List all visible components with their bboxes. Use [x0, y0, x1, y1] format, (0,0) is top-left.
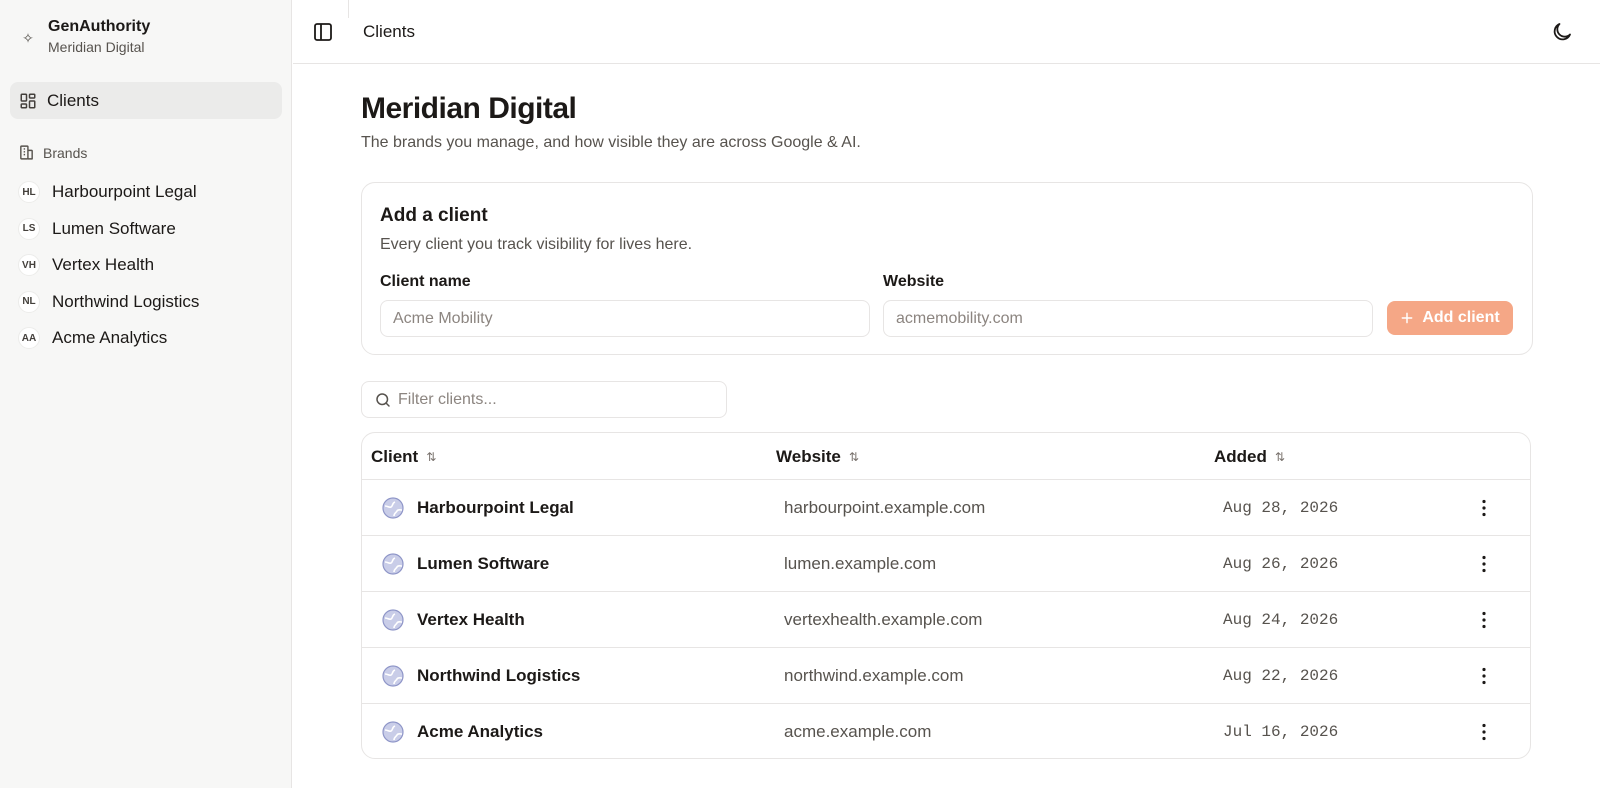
client-name[interactable]: Northwind Logistics [417, 648, 580, 704]
table-row[interactable]: Northwind Logistics northwind.example.co… [362, 648, 1530, 704]
brand-avatar: LS [18, 217, 40, 240]
sidebar-item-brand[interactable]: LS Lumen Software [18, 211, 280, 248]
filter-clients-input[interactable] [398, 382, 718, 417]
search-icon [376, 393, 390, 407]
client-added-date: Jul 16, 2026 [1223, 723, 1339, 741]
client-added-date: Aug 22, 2026 [1223, 667, 1339, 685]
sparkle-icon: ✧ [22, 30, 34, 46]
client-name[interactable]: Harbourpoint Legal [417, 480, 574, 536]
globe-icon [382, 553, 404, 575]
table-row[interactable]: Acme Analytics acme.example.com Jul 16, … [362, 704, 1530, 758]
sidebar-item-clients[interactable]: Clients [10, 82, 282, 119]
sidebar-item-brand[interactable]: HL Harbourpoint Legal [18, 174, 280, 211]
client-website: northwind.example.com [784, 666, 964, 685]
brand-avatar: NL [18, 290, 40, 313]
more-vertical-icon[interactable] [1472, 664, 1496, 688]
client-name[interactable]: Lumen Software [417, 536, 549, 592]
brands-heading: Brands [43, 144, 88, 161]
globe-icon [382, 497, 404, 519]
sidebar-item-label: Clients [47, 90, 99, 110]
page-breadcrumb: Clients [363, 22, 415, 41]
sidebar: ✧ GenAuthority Meridian Digital Clients … [0, 0, 292, 788]
globe-icon [382, 721, 404, 743]
add-client-button[interactable]: Add client [1387, 301, 1513, 335]
column-header-website[interactable]: Website ⇅ [776, 433, 859, 480]
plus-icon [1401, 312, 1413, 324]
brand-name: Northwind Logistics [52, 291, 200, 311]
column-label: Client [371, 446, 419, 466]
brand-avatar: VH [18, 254, 40, 277]
globe-icon [382, 609, 404, 631]
more-vertical-icon[interactable] [1472, 496, 1496, 520]
workspace-switcher[interactable]: ✧ GenAuthority Meridian Digital [18, 16, 150, 56]
table-row[interactable]: Vertex Health vertexhealth.example.com A… [362, 592, 1530, 648]
client-added-date: Aug 24, 2026 [1223, 611, 1339, 629]
column-label: Website [776, 446, 841, 466]
brand-name: Acme Analytics [52, 328, 168, 348]
client-name-input[interactable] [380, 300, 870, 337]
table-row[interactable]: Harbourpoint Legal harbourpoint.example.… [362, 480, 1530, 536]
sidebar-item-brand[interactable]: NL Northwind Logistics [18, 284, 280, 321]
sort-icon: ⇅ [1274, 449, 1285, 464]
brand-name: Lumen Software [52, 218, 176, 238]
clients-table: Client ⇅ Website ⇅ Added ⇅ Harbourpoint … [361, 432, 1531, 759]
more-vertical-icon[interactable] [1472, 608, 1496, 632]
topbar: Clients [293, 0, 1600, 64]
sidebar-item-brand[interactable]: AA Acme Analytics [18, 320, 280, 357]
brand-avatar: HL [18, 181, 40, 204]
client-website: acme.example.com [784, 722, 932, 741]
client-name-label: Client name [380, 273, 471, 290]
client-added-date: Aug 26, 2026 [1223, 555, 1339, 573]
app-name: GenAuthority [48, 18, 151, 35]
brands-section-heading: Brands [18, 144, 87, 161]
client-name[interactable]: Vertex Health [417, 592, 525, 648]
brand-list: HL Harbourpoint Legal LS Lumen Software … [18, 174, 280, 357]
sort-icon: ⇅ [848, 449, 859, 464]
brand-name: Vertex Health [52, 255, 155, 275]
building-icon [20, 145, 33, 160]
add-client-card: Add a client Every client you track visi… [361, 182, 1533, 355]
more-vertical-icon[interactable] [1472, 552, 1496, 576]
page-title: Meridian Digital [361, 92, 577, 125]
table-row[interactable]: Lumen Software lumen.example.com Aug 26,… [362, 536, 1530, 592]
client-website: lumen.example.com [784, 554, 937, 573]
client-name[interactable]: Acme Analytics [417, 704, 543, 758]
sidebar-toggle-icon[interactable] [311, 20, 335, 44]
workspace-name: Meridian Digital [48, 39, 145, 55]
brand-avatar: AA [18, 327, 40, 350]
more-vertical-icon[interactable] [1472, 720, 1496, 744]
add-client-label: Add client [1422, 309, 1500, 326]
client-website: harbourpoint.example.com [784, 498, 986, 517]
page-subtitle: The brands you manage, and how visible t… [361, 134, 861, 151]
website-label: Website [883, 273, 945, 290]
table-header: Client ⇅ Website ⇅ Added ⇅ [362, 433, 1530, 480]
sort-icon: ⇅ [426, 449, 437, 464]
column-header-added[interactable]: Added ⇅ [1214, 433, 1285, 480]
filter-box [361, 381, 727, 418]
dashboard-grid-icon [20, 93, 36, 108]
card-subtitle: Every client you track visibility for li… [380, 236, 693, 253]
brand-name: Harbourpoint Legal [52, 182, 197, 202]
client-added-date: Aug 28, 2026 [1223, 499, 1339, 517]
website-input[interactable] [883, 300, 1373, 337]
globe-icon [382, 665, 404, 687]
column-header-client[interactable]: Client ⇅ [371, 433, 436, 480]
column-label: Added [1214, 446, 1267, 466]
moon-icon[interactable] [1550, 20, 1574, 44]
client-website: vertexhealth.example.com [784, 610, 983, 629]
divider [348, 0, 349, 18]
sidebar-item-brand[interactable]: VH Vertex Health [18, 247, 280, 284]
card-title: Add a client [380, 205, 488, 226]
